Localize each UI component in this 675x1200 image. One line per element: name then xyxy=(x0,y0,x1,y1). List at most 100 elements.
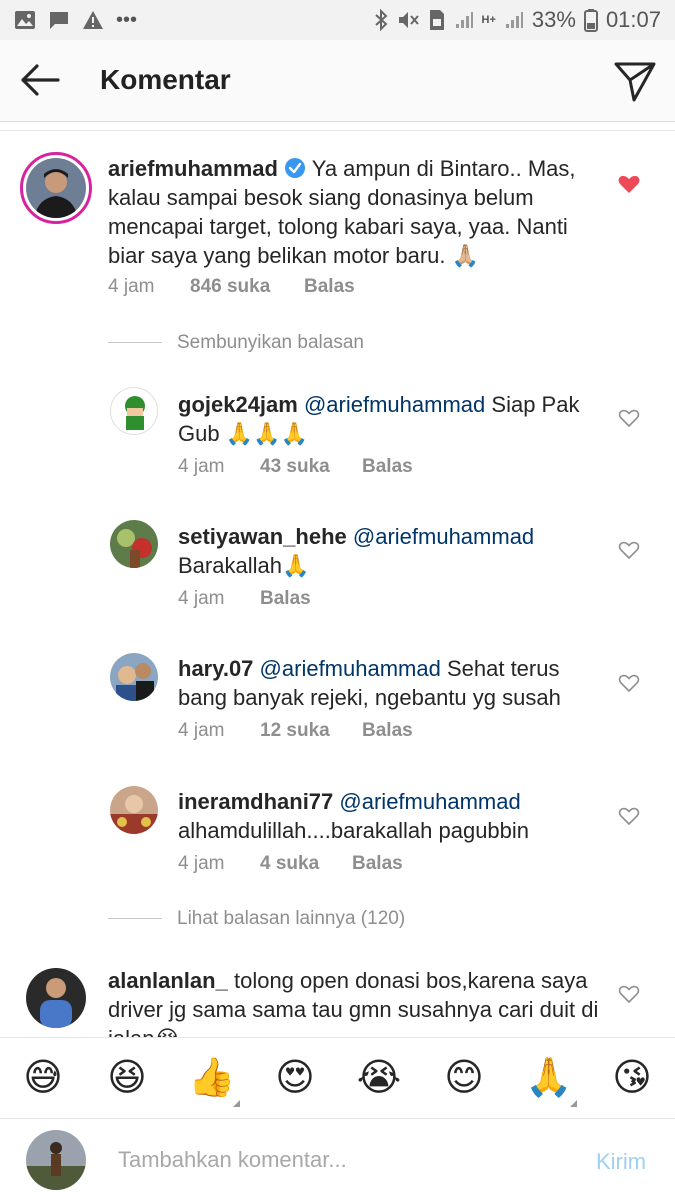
page-title: Komentar xyxy=(100,64,231,95)
emoji-heart-eyes-button[interactable]: 😍 xyxy=(272,1055,318,1101)
comment-item: alanlanlan_ tolong open donasi bos,karen… xyxy=(0,960,675,1037)
arrow-left-icon xyxy=(21,64,60,96)
reply-meta: 4 jam 43 suka Balas xyxy=(178,456,413,478)
sim-icon xyxy=(429,10,444,30)
avatar[interactable] xyxy=(110,520,158,568)
heart-outline-icon[interactable] xyxy=(617,982,641,1006)
reply-button[interactable]: Balas xyxy=(304,276,355,298)
reply-username[interactable]: ineramdhani77 xyxy=(178,789,333,814)
heart-outline-icon[interactable] xyxy=(617,538,641,562)
reply-time: 4 jam xyxy=(178,720,225,741)
comment-likes[interactable]: 846 suka xyxy=(190,276,304,298)
reply-likes[interactable]: 4 suka xyxy=(260,853,352,875)
reply-body: setiyawan_hehe @ariefmuhammad Barakallah… xyxy=(178,522,598,580)
signal-icon xyxy=(455,12,473,28)
reply-likes[interactable]: 43 suka xyxy=(260,456,362,478)
reply-button[interactable]: Balas xyxy=(352,853,403,875)
photo-avatar-icon xyxy=(26,968,86,1028)
avatar[interactable] xyxy=(110,786,158,834)
thread-line xyxy=(108,342,162,343)
reply-username[interactable]: setiyawan_hehe xyxy=(178,524,347,549)
emoji-quick-bar: 😅 😆 👍 😍 😭 😊 🙏 😘 xyxy=(0,1037,675,1119)
avatar[interactable] xyxy=(110,387,158,435)
comment-body: ariefmuhammad Ya ampun di Bintaro.. Mas,… xyxy=(108,154,600,270)
mention-link[interactable]: @ariefmuhammad xyxy=(353,524,534,549)
comment-username[interactable]: alanlanlan_ xyxy=(108,968,228,993)
emoji-crying-button[interactable]: 😭 xyxy=(356,1055,402,1101)
reply-body: ineramdhani77 @ariefmuhammad alhamdulill… xyxy=(178,787,598,845)
reply-text: alhamdulillah....barakallah pagubbin xyxy=(178,818,530,843)
emoji-blush-button[interactable]: 😊 xyxy=(441,1055,487,1101)
comment-composer: Tambahkan komentar... Kirim xyxy=(0,1119,675,1200)
comment-body: alanlanlan_ tolong open donasi bos,karen… xyxy=(108,966,600,1037)
clock: 01:07 xyxy=(605,7,661,32)
image-icon xyxy=(15,11,35,29)
status-notifications: ••• xyxy=(14,9,137,32)
reply-button[interactable]: Balas xyxy=(260,588,311,610)
photo-avatar-icon xyxy=(26,1130,86,1190)
more-icon: ••• xyxy=(116,8,138,31)
heart-outline-icon[interactable] xyxy=(617,804,641,828)
emoji-thumbs-up-button[interactable]: 👍 xyxy=(188,1055,235,1101)
emoji-laughing-button[interactable]: 😆 xyxy=(104,1055,150,1101)
heart-outline-icon[interactable] xyxy=(617,671,641,695)
header-divider xyxy=(0,130,675,131)
reply-time: 4 jam xyxy=(178,853,225,874)
view-more-replies-button[interactable]: Lihat balasan lainnya (120) xyxy=(177,908,405,930)
mute-icon xyxy=(398,12,419,28)
comment-time: 4 jam xyxy=(108,276,155,297)
reply-likes[interactable]: 12 suka xyxy=(260,720,362,742)
emoji-sweat-smile-button[interactable]: 😅 xyxy=(20,1055,66,1101)
bluetooth-icon xyxy=(374,9,387,31)
reply-body: hary.07 @ariefmuhammad Sehat terus bang … xyxy=(178,654,598,712)
heart-filled-icon[interactable] xyxy=(617,172,641,196)
status-bar: ••• H+ 33% 01:07 xyxy=(0,0,675,40)
emoji-pray-button[interactable]: 🙏 xyxy=(525,1055,572,1101)
reply-meta: 4 jam Balas xyxy=(178,588,311,610)
comment-input[interactable]: Tambahkan komentar... xyxy=(118,1147,558,1173)
mention-link[interactable]: @ariefmuhammad xyxy=(260,656,441,681)
reply-button[interactable]: Balas xyxy=(362,456,413,478)
warning-icon xyxy=(83,11,103,29)
mascot-avatar-icon xyxy=(111,388,157,434)
network-type: H+ xyxy=(481,14,496,26)
direct-share-button[interactable] xyxy=(612,58,658,104)
battery-icon xyxy=(583,9,598,32)
avatar[interactable] xyxy=(110,653,158,701)
reply-time: 4 jam xyxy=(178,588,225,609)
thread-line xyxy=(108,918,162,919)
reply-button[interactable]: Balas xyxy=(362,720,413,742)
battery-percent: 33% xyxy=(531,7,576,32)
heart-outline-icon[interactable] xyxy=(617,406,641,430)
post-button[interactable]: Kirim xyxy=(596,1149,646,1175)
reply-body: gojek24jam @ariefmuhammad Siap Pak Gub 🙏… xyxy=(178,390,598,448)
reply-meta: 4 jam 12 suka Balas xyxy=(178,720,413,742)
header: Komentar xyxy=(0,40,675,122)
skin-tone-indicator xyxy=(233,1100,240,1107)
reply-username[interactable]: gojek24jam xyxy=(178,392,298,417)
signal-strength-icon xyxy=(505,12,523,28)
reply-username[interactable]: hary.07 xyxy=(178,656,253,681)
current-user-avatar xyxy=(26,1130,86,1190)
back-button[interactable] xyxy=(18,60,62,100)
verified-badge-icon xyxy=(285,158,306,178)
hide-replies-button[interactable]: Sembunyikan balasan xyxy=(177,332,364,354)
reply-time: 4 jam xyxy=(178,456,225,477)
mention-link[interactable]: @ariefmuhammad xyxy=(304,392,485,417)
message-icon xyxy=(50,12,68,29)
avatar[interactable] xyxy=(26,968,86,1028)
reply-text: Barakallah🙏 xyxy=(178,553,310,578)
status-system: H+ 33% 01:07 xyxy=(374,7,661,33)
comment-meta: 4 jam 846 suka Balas xyxy=(108,276,355,298)
mention-link[interactable]: @ariefmuhammad xyxy=(339,789,520,814)
paper-plane-icon xyxy=(614,62,656,102)
skin-tone-indicator xyxy=(570,1100,577,1107)
avatar[interactable] xyxy=(20,152,92,224)
photo-avatar-icon xyxy=(110,653,158,701)
emoji-kiss-button[interactable]: 😘 xyxy=(609,1055,655,1101)
photo-avatar-icon xyxy=(110,786,158,834)
comment-username[interactable]: ariefmuhammad xyxy=(108,156,278,181)
profile-photo-icon xyxy=(26,158,86,218)
reply-meta: 4 jam 4 suka Balas xyxy=(178,853,403,875)
photo-avatar-icon xyxy=(110,520,158,568)
